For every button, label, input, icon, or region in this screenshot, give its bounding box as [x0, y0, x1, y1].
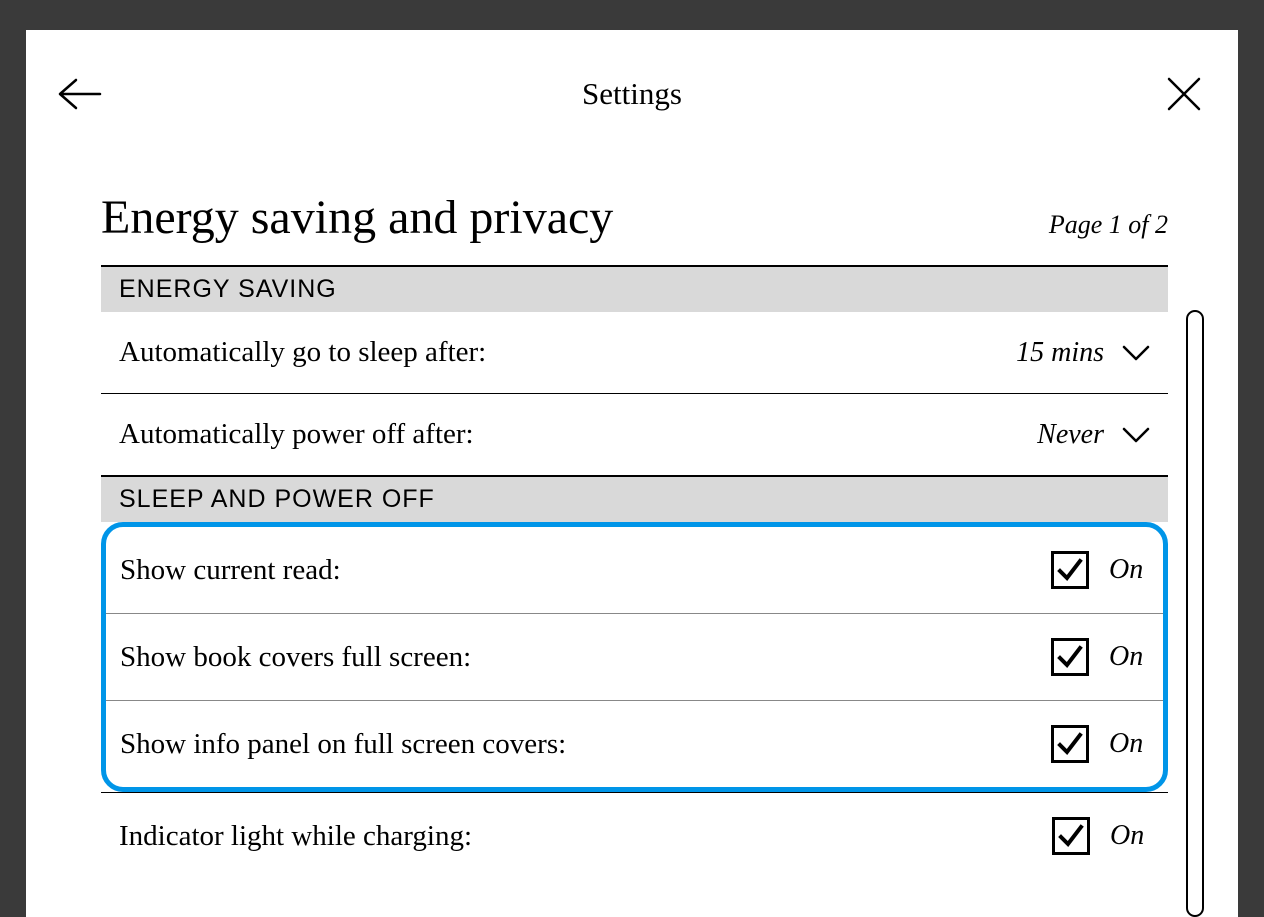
back-button[interactable]: [56, 70, 104, 118]
checkbox-group: On: [1051, 551, 1149, 589]
settings-window: Settings Energy saving and privacy Page …: [26, 30, 1238, 917]
checkbox-state: On: [1109, 554, 1149, 586]
setting-label: Show book covers full screen:: [120, 641, 471, 674]
scrollbar[interactable]: [1186, 310, 1204, 917]
page-heading: Energy saving and privacy: [101, 190, 613, 245]
dropdown-power-off-after[interactable]: Never: [1037, 419, 1150, 451]
setting-row-show-current-read: Show current read: On: [106, 527, 1163, 614]
scrollbar-thumb[interactable]: [1190, 314, 1200, 616]
check-icon: [1056, 643, 1084, 671]
checkbox-show-info-panel[interactable]: [1051, 725, 1089, 763]
setting-row-power-off-after: Automatically power off after: Never: [101, 394, 1168, 475]
setting-label: Automatically go to sleep after:: [119, 336, 486, 369]
checkbox-show-current-read[interactable]: [1051, 551, 1089, 589]
chevron-down-icon: [1122, 344, 1150, 362]
check-icon: [1056, 730, 1084, 758]
dropdown-sleep-after[interactable]: 15 mins: [1016, 337, 1150, 369]
dropdown-value: Never: [1037, 419, 1104, 451]
back-arrow-icon: [58, 78, 102, 110]
close-icon: [1166, 76, 1202, 112]
setting-label: Automatically power off after:: [119, 418, 474, 451]
dropdown-value: 15 mins: [1016, 337, 1104, 369]
checkbox-state: On: [1109, 728, 1149, 760]
page-heading-row: Energy saving and privacy Page 1 of 2: [101, 190, 1168, 245]
check-icon: [1056, 556, 1084, 584]
close-button[interactable]: [1160, 70, 1208, 118]
section-header-sleep-power-off: SLEEP AND POWER OFF: [101, 475, 1168, 522]
setting-label: Indicator light while charging:: [119, 820, 472, 853]
chevron-down-icon: [1122, 426, 1150, 444]
checkbox-state: On: [1109, 641, 1149, 673]
header-title: Settings: [582, 76, 682, 112]
checkbox-indicator-light[interactable]: [1052, 817, 1090, 855]
content-area: Energy saving and privacy Page 1 of 2 EN…: [26, 190, 1238, 879]
checkbox-group: On: [1052, 817, 1150, 855]
header: Settings: [26, 30, 1238, 140]
check-icon: [1057, 822, 1085, 850]
checkbox-show-covers-full[interactable]: [1051, 638, 1089, 676]
setting-label: Show info panel on full screen covers:: [120, 728, 566, 761]
setting-row-sleep-after: Automatically go to sleep after: 15 mins: [101, 312, 1168, 394]
setting-row-show-info-panel: Show info panel on full screen covers: O…: [106, 701, 1163, 787]
checkbox-state: On: [1110, 820, 1150, 852]
highlighted-settings-group: Show current read: On Show book covers f…: [101, 522, 1168, 792]
section-header-energy-saving: ENERGY SAVING: [101, 265, 1168, 312]
setting-label: Show current read:: [120, 554, 341, 587]
checkbox-group: On: [1051, 725, 1149, 763]
setting-row-indicator-light: Indicator light while charging: On: [101, 792, 1168, 879]
setting-row-show-covers-full: Show book covers full screen: On: [106, 614, 1163, 701]
page-indicator: Page 1 of 2: [1049, 210, 1168, 240]
checkbox-group: On: [1051, 638, 1149, 676]
